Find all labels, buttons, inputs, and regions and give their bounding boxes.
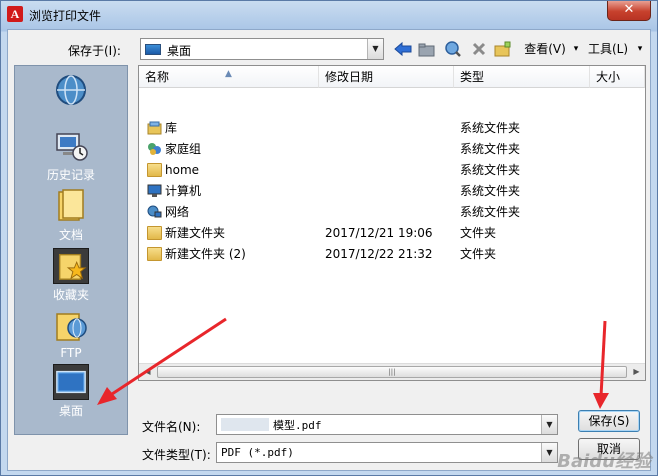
search-web-button[interactable] (442, 39, 464, 59)
file-row[interactable]: 计算机 系统文件夹 (139, 181, 645, 202)
chevron-down-icon[interactable]: ▾ (572, 39, 580, 59)
column-header-date[interactable]: 修改日期 (319, 66, 454, 88)
user-folder-icon (147, 163, 162, 177)
file-type: 系统文件夹 (460, 205, 521, 219)
new-folder-icon (494, 41, 511, 57)
file-row[interactable]: 网络 系统文件夹 (139, 202, 645, 223)
sidebar-label: 历史记录 (46, 168, 95, 182)
back-button[interactable] (392, 39, 414, 59)
file-date: 2017/12/21 19:06 (325, 226, 433, 240)
window-title: 浏览打印文件 (29, 9, 102, 23)
column-header-name[interactable]: 名称 ▲ (139, 66, 319, 88)
file-type: 系统文件夹 (460, 121, 521, 135)
column-header-type[interactable]: 类型 (454, 66, 590, 88)
autocad-logo-icon: A (7, 6, 23, 22)
file-row[interactable]: 家庭组 系统文件夹 (139, 139, 645, 160)
globe-icon (53, 72, 89, 108)
chevron-down-icon[interactable]: ▼ (541, 443, 557, 462)
library-icon (147, 121, 162, 135)
file-name: home (165, 163, 200, 177)
close-button[interactable]: ✕ (607, 1, 651, 21)
print-file-dialog: A 浏览打印文件 ✕ 保存于(I): 桌面 ▼ 查看(V) ▾ 工具(L) ▾ (0, 0, 658, 476)
scroll-left-icon[interactable]: ◀ (139, 364, 156, 380)
sidebar-item-history[interactable]: 历史记录 (15, 128, 127, 183)
file-name: 家庭组 (165, 142, 202, 156)
back-arrow-icon (394, 41, 412, 57)
folder-icon (147, 226, 162, 240)
chevron-down-icon[interactable]: ▾ (636, 39, 644, 59)
file-name: 新建文件夹 (165, 226, 226, 240)
sidebar-label: 收藏夹 (52, 288, 89, 302)
delete-button[interactable] (468, 39, 490, 59)
sort-up-icon: ▲ (225, 69, 232, 79)
file-row[interactable]: 库 系统文件夹 (139, 118, 645, 139)
search-globe-icon (445, 41, 461, 57)
save-button[interactable]: 保存(S) (578, 410, 640, 432)
file-name: 新建文件夹 (2) (165, 247, 246, 261)
documents-icon (53, 188, 89, 224)
computer-icon (147, 184, 162, 198)
desktop-icon (53, 364, 89, 400)
watermark-text: Baidu经验 (557, 451, 651, 472)
filetype-value: PDF (*.pdf) (221, 446, 294, 459)
view-menu-button[interactable]: 查看(V) (516, 39, 574, 59)
scroll-right-icon[interactable]: ▶ (628, 364, 645, 380)
file-list: 名称 ▲ 修改日期 类型 大小 库 系统文件夹 家庭组 系统文件夹 home 系… (138, 65, 646, 381)
favorites-icon (53, 248, 89, 284)
file-row[interactable]: 新建文件夹 2017/12/21 19:06 文件夹 (139, 223, 645, 244)
file-type: 系统文件夹 (460, 163, 521, 177)
sidebar-label: 文档 (58, 228, 83, 242)
scroll-thumb[interactable]: ||| (157, 366, 627, 378)
file-type: 文件夹 (460, 226, 497, 240)
save-in-value: 桌面 (167, 44, 192, 58)
homegroup-icon (147, 142, 162, 156)
sidebar-item-desktop[interactable]: 桌面 (15, 364, 127, 419)
file-row[interactable]: home 系统文件夹 (139, 160, 645, 181)
filename-input[interactable]: 模型.pdf ▼ (216, 414, 558, 435)
up-folder-icon (418, 43, 435, 57)
file-name: 网络 (165, 205, 190, 219)
sidebar-item-globe[interactable] (15, 72, 127, 110)
save-in-label: 保存于(I): (68, 44, 121, 58)
file-name: 库 (165, 121, 178, 135)
column-name-label: 名称 (145, 70, 170, 84)
new-folder-button[interactable] (492, 39, 514, 59)
dialog-body: 保存于(I): 桌面 ▼ 查看(V) ▾ 工具(L) ▾ 历史记录 文档 收藏夹… (7, 29, 651, 471)
sidebar-label: FTP (60, 346, 82, 360)
file-type: 系统文件夹 (460, 184, 521, 198)
sidebar-item-ftp[interactable]: FTP (15, 308, 127, 360)
chevron-down-icon[interactable]: ▼ (367, 39, 383, 59)
delete-x-icon (472, 42, 486, 56)
file-row[interactable]: 新建文件夹 (2) 2017/12/22 21:32 文件夹 (139, 244, 645, 265)
up-folder-button[interactable] (416, 39, 438, 59)
filename-label: 文件名(N): (142, 420, 201, 434)
file-name: 计算机 (165, 184, 202, 198)
file-type: 系统文件夹 (460, 142, 521, 156)
file-type: 文件夹 (460, 247, 497, 261)
folder-icon (147, 247, 162, 261)
save-in-dropdown[interactable]: 桌面 ▼ (140, 38, 384, 60)
network-icon (147, 205, 162, 219)
filetype-dropdown[interactable]: PDF (*.pdf) ▼ (216, 442, 558, 463)
column-header-size[interactable]: 大小 (590, 66, 645, 88)
horizontal-scrollbar[interactable]: ◀ ||| ▶ (139, 363, 645, 380)
desktop-icon (145, 44, 161, 55)
tools-menu-button[interactable]: 工具(L) (582, 39, 634, 59)
file-date: 2017/12/22 21:32 (325, 247, 433, 261)
places-sidebar: 历史记录 文档 收藏夹 FTP 桌面 (14, 65, 128, 435)
ftp-icon (53, 308, 89, 344)
filename-value: 模型.pdf (273, 419, 322, 432)
chevron-down-icon[interactable]: ▼ (541, 415, 557, 434)
title-bar[interactable]: A 浏览打印文件 ✕ (1, 1, 657, 29)
sidebar-item-favorites[interactable]: 收藏夹 (15, 248, 127, 303)
history-icon (53, 128, 89, 164)
sidebar-label: 桌面 (58, 404, 83, 418)
redacted-area (221, 418, 269, 431)
filetype-label: 文件类型(T): (142, 448, 211, 462)
sidebar-item-documents[interactable]: 文档 (15, 188, 127, 243)
